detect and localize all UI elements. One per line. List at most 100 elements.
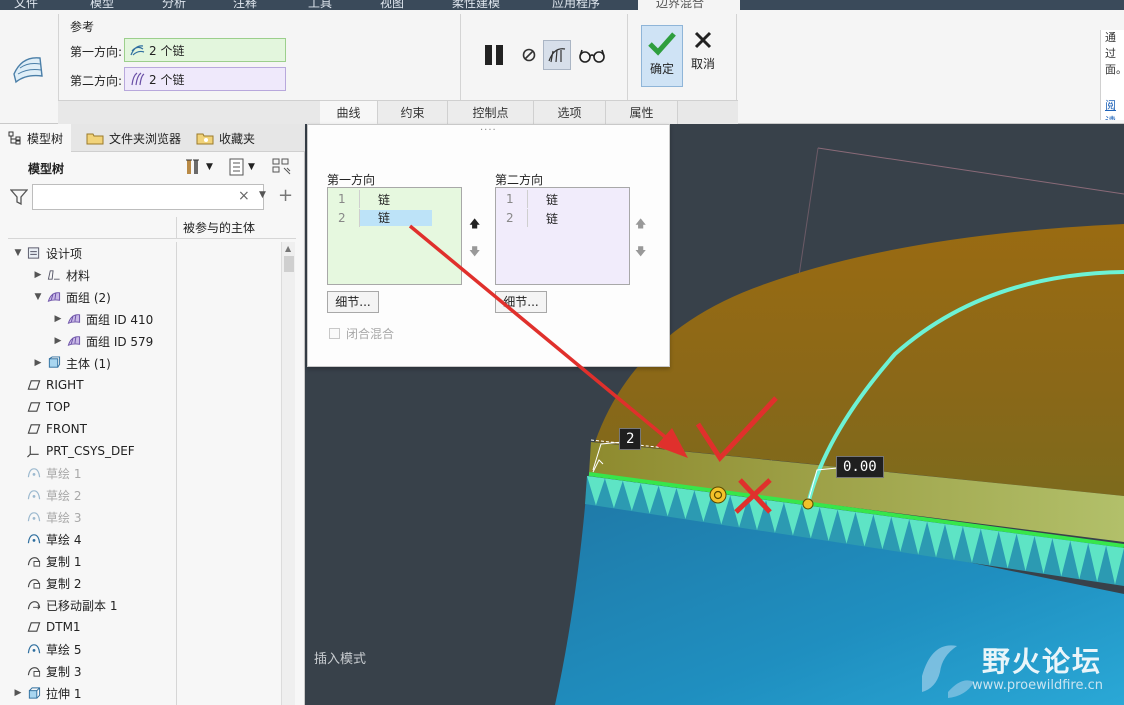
tree-item[interactable]: 草绘 5: [8, 638, 81, 660]
tab-properties[interactable]: 属性: [606, 101, 678, 125]
scrollbar-thumb[interactable]: [284, 256, 294, 272]
tree-item-label: 复制 1: [46, 554, 82, 569]
ribbon: 参考 第一方向: 2 个链 第二方向: 2 个链 确定 取消 曲线 约束 控制点…: [0, 10, 1124, 125]
chevron-down-icon[interactable]: ▼: [259, 190, 266, 200]
tree-search-input[interactable]: [32, 184, 264, 210]
tree-item[interactable]: 草绘 2: [8, 484, 81, 506]
tab-favorites[interactable]: 收藏夹: [188, 124, 263, 152]
move-down-icon[interactable]: 🡇: [635, 243, 649, 262]
ribbon-tab-strip: 文件 模型 分析 注释 工具 视图 柔性建模 应用程序 边界混合: [0, 0, 1124, 10]
dimension-label[interactable]: 2: [619, 428, 642, 450]
tree-item[interactable]: 草绘 4: [8, 528, 81, 550]
tree-settings-button[interactable]: ▼: [184, 158, 213, 176]
tab-model[interactable]: 模型: [90, 0, 114, 10]
filter-icon[interactable]: [10, 189, 28, 205]
copy-icon: [27, 557, 41, 567]
expand-down-icon[interactable]: ▼: [32, 292, 44, 302]
tab-folder-browser[interactable]: 文件夹浏览器: [78, 124, 189, 152]
help-link[interactable]: 阅读: [1105, 99, 1116, 120]
expand-right-icon[interactable]: ▶: [32, 358, 44, 368]
list-item[interactable]: 1 链: [498, 190, 600, 208]
tab-control-points[interactable]: 控制点: [448, 101, 534, 125]
tree-item[interactable]: ▶ 材料: [8, 264, 90, 286]
references-title: 参考: [70, 20, 95, 34]
first-direction-details-button[interactable]: 细节...: [327, 291, 379, 313]
no-preview-button[interactable]: [515, 40, 543, 70]
tree-item[interactable]: 复制 2: [8, 572, 81, 594]
sketch-icon: [27, 644, 41, 654]
scroll-up-icon[interactable]: ▲: [285, 244, 291, 253]
dimension-label[interactable]: 0.00: [836, 456, 884, 478]
second-direction-details-button[interactable]: 细节...: [495, 291, 547, 313]
geometry-preview-button[interactable]: [543, 40, 571, 70]
tree-item[interactable]: 复制 1: [8, 550, 81, 572]
glasses-icon: [579, 49, 605, 63]
tree-item[interactable]: ▶ 主体 (1): [8, 352, 111, 374]
verify-preview-button[interactable]: [578, 40, 606, 70]
tab-applications[interactable]: 应用程序: [552, 0, 600, 10]
tree-item[interactable]: 复制 3: [8, 660, 81, 682]
tab-file[interactable]: 文件: [14, 0, 38, 10]
tree-item[interactable]: FRONT: [8, 418, 87, 440]
tab-annotate[interactable]: 注释: [233, 0, 257, 10]
list-item[interactable]: 2 链: [498, 209, 600, 227]
watermark-logo-icon: [922, 645, 974, 698]
second-direction-title: 第二方向: [495, 173, 544, 187]
tree-item[interactable]: ▶ 面组 ID 579: [8, 330, 154, 352]
tab-tools[interactable]: 工具: [308, 0, 332, 10]
chain-icon: [131, 72, 145, 86]
tree-filter-button[interactable]: [272, 158, 292, 176]
tree-item[interactable]: 草绘 3: [8, 506, 81, 528]
tree-scrollbar[interactable]: ▲: [281, 242, 295, 705]
chain-icon: [130, 45, 145, 56]
add-icon[interactable]: +: [278, 185, 293, 206]
expand-down-icon[interactable]: ▼: [12, 248, 24, 258]
tree-item[interactable]: ▶ 面组 ID 410: [8, 308, 154, 330]
tree-item[interactable]: 草绘 1: [8, 462, 81, 484]
tab-flexible-modeling[interactable]: 柔性建模: [452, 0, 500, 10]
closed-blend-checkbox[interactable]: [329, 328, 340, 339]
tree-item[interactable]: PRT_CSYS_DEF: [8, 440, 135, 462]
tab-model-tree[interactable]: 模型树: [0, 124, 72, 152]
second-direction-collector[interactable]: 2 个链: [124, 67, 286, 91]
tree-item[interactable]: 已移动副本 1: [8, 594, 117, 616]
tab-options[interactable]: 选项: [534, 101, 606, 125]
expand-right-icon[interactable]: ▶: [52, 314, 64, 324]
expand-right-icon[interactable]: ▶: [32, 270, 44, 280]
tab-curves[interactable]: 曲线: [320, 101, 378, 125]
second-direction-label: 第二方向:: [70, 74, 123, 88]
tab-analysis[interactable]: 分析: [162, 0, 186, 10]
move-down-icon[interactable]: 🡇: [469, 243, 483, 262]
tree-item[interactable]: ▼ 面组 (2): [8, 286, 111, 308]
tree-item[interactable]: ▼ 设计项: [8, 242, 82, 264]
tree-item[interactable]: DTM1: [8, 616, 81, 638]
tree-item[interactable]: TOP: [8, 396, 70, 418]
tab-constraints[interactable]: 约束: [378, 101, 448, 125]
tree-item[interactable]: ▶ 拉伸 1: [8, 682, 82, 704]
show-button[interactable]: ▼: [228, 158, 255, 176]
list-item[interactable]: 1 链: [330, 190, 432, 208]
ok-button[interactable]: 确定: [641, 25, 683, 87]
second-direction-list[interactable]: 1 链 2 链: [495, 187, 630, 285]
cancel-button[interactable]: 取消: [686, 25, 720, 87]
panel-grip[interactable]: ····: [480, 125, 497, 136]
datum-plane-icon: [27, 424, 41, 434]
expand-right-icon[interactable]: ▶: [12, 688, 24, 698]
closed-blend-option[interactable]: 闭合混合: [329, 325, 394, 342]
cancel-label: 取消: [690, 57, 715, 71]
first-direction-list[interactable]: 1 链 2 链: [327, 187, 462, 285]
copy-icon: [27, 667, 41, 677]
tree-item[interactable]: RIGHT: [8, 374, 84, 396]
participating-bodies-column[interactable]: 被参与的主体: [176, 217, 255, 239]
move-up-icon[interactable]: 🡅: [635, 215, 649, 234]
pause-button[interactable]: [480, 40, 508, 70]
tab-boundary-blend[interactable]: 边界混合: [638, 0, 740, 10]
first-direction-collector[interactable]: 2 个链: [124, 38, 286, 62]
list-item-selected[interactable]: 2 链: [330, 209, 432, 227]
clear-icon[interactable]: ×: [238, 188, 250, 204]
tree-item-label: FRONT: [46, 422, 87, 436]
copy-icon: [27, 579, 41, 589]
move-up-icon[interactable]: 🡅: [469, 215, 483, 234]
tab-view[interactable]: 视图: [380, 0, 404, 10]
expand-right-icon[interactable]: ▶: [52, 336, 64, 346]
